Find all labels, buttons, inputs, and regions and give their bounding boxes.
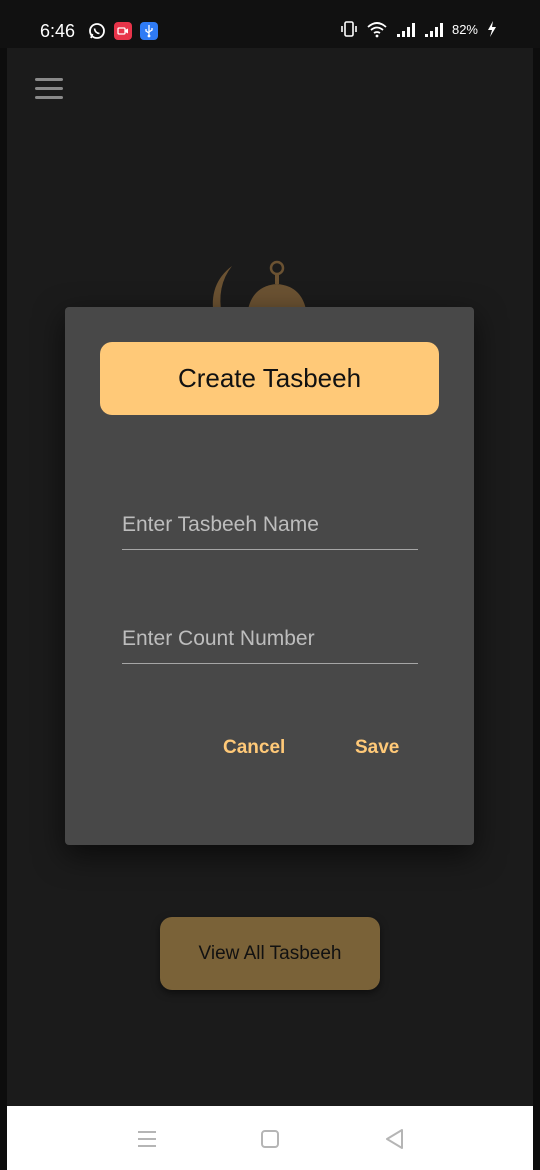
system-nav-bar xyxy=(7,1106,533,1170)
cancel-button[interactable]: Cancel xyxy=(223,737,285,759)
dialog-title-banner: Create Tasbeeh xyxy=(100,342,439,415)
battery-level: 82% xyxy=(451,21,478,37)
status-time: 6:46 xyxy=(40,21,76,41)
view-all-tasbeeh-button[interactable]: View All Tasbeeh xyxy=(160,917,380,990)
tasbeeh-name-input[interactable] xyxy=(122,500,418,549)
signal-icon xyxy=(424,23,443,37)
status-notification-icons xyxy=(88,22,158,40)
menu-line xyxy=(35,96,63,99)
menu-line xyxy=(35,87,63,90)
save-button[interactable]: Save xyxy=(355,737,399,759)
home-icon[interactable] xyxy=(257,1126,283,1152)
count-number-input[interactable] xyxy=(122,614,418,663)
back-icon[interactable] xyxy=(382,1126,408,1152)
tasbeeh-name-field xyxy=(122,500,418,550)
usb-icon xyxy=(140,22,158,40)
create-tasbeeh-dialog: Create Tasbeeh Cancel Save xyxy=(65,307,474,845)
dialog-title: Create Tasbeeh xyxy=(177,363,362,393)
count-number-field xyxy=(122,614,418,664)
menu-line xyxy=(35,78,63,81)
wifi-icon xyxy=(367,22,387,38)
charging-icon xyxy=(488,21,496,37)
vibrate-icon xyxy=(341,21,357,37)
screen-recorder-icon xyxy=(114,22,132,40)
whatsapp-icon xyxy=(89,23,105,39)
signal-icon xyxy=(396,23,415,37)
status-bar: 6:46 82% xyxy=(0,0,540,48)
hamburger-menu-icon[interactable] xyxy=(35,78,63,100)
recent-apps-icon[interactable] xyxy=(134,1126,160,1152)
status-system-icons: 82% xyxy=(340,20,498,38)
